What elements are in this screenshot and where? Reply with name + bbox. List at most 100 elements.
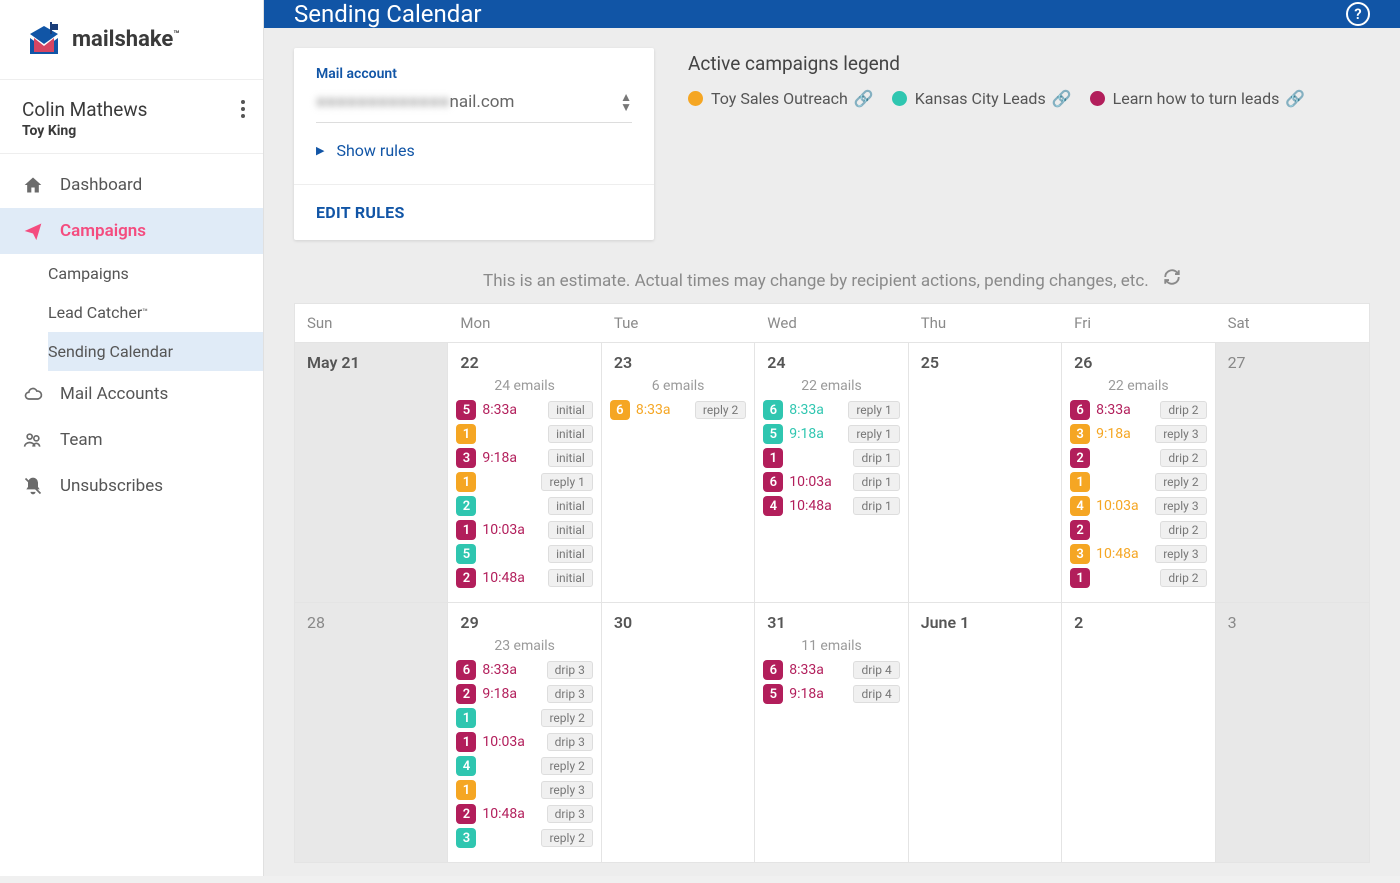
calendar-event[interactable]: 110:03adrip 3: [456, 732, 592, 752]
calendar-event[interactable]: 110:03ainitial: [456, 520, 592, 540]
calendar-event[interactable]: 2initial: [456, 496, 592, 516]
calendar-event[interactable]: 310:48areply 3: [1070, 544, 1206, 564]
event-tag: initial: [548, 425, 593, 443]
logo-icon: [24, 20, 64, 60]
event-tag: initial: [548, 569, 593, 587]
calendar-event[interactable]: 1reply 2: [1070, 472, 1206, 492]
link-icon[interactable]: 🔗: [854, 89, 874, 108]
event-tag: initial: [548, 497, 593, 515]
calendar-event[interactable]: 2drip 2: [1070, 448, 1206, 468]
triangle-right-icon: ▶: [316, 144, 324, 157]
calendar-event[interactable]: 39:18ainitial: [456, 448, 592, 468]
event-badge: 5: [763, 424, 783, 444]
calendar-event[interactable]: 59:18areply 1: [763, 424, 899, 444]
event-tag: reply 1: [541, 473, 592, 491]
event-time: 10:03a: [482, 522, 524, 538]
mail-account-card: Mail account ●●●●●●●●●●●●●nail.com ▲▼ ▶ …: [294, 48, 654, 240]
nav-sub-lead-catcher[interactable]: Lead Catcher™: [48, 293, 263, 332]
calendar-event[interactable]: 3reply 2: [456, 828, 592, 848]
event-tag: initial: [548, 545, 593, 563]
nav-mail-accounts[interactable]: Mail Accounts: [0, 371, 263, 417]
calendar-event[interactable]: 5 initial: [456, 544, 592, 564]
event-badge: 2: [1070, 520, 1090, 540]
calendar-event[interactable]: 59:18adrip 4: [763, 684, 899, 704]
event-tag: drip 4: [853, 661, 899, 679]
event-time: 10:03a: [482, 734, 524, 750]
calendar-event[interactable]: 210:48adrip 3: [456, 804, 592, 824]
user-menu-button[interactable]: [241, 100, 245, 122]
event-badge: 6: [763, 472, 783, 492]
day-cell[interactable]: 236 emails68:33areply 2: [602, 343, 755, 602]
calendar-event[interactable]: 1reply 2: [456, 708, 592, 728]
event-time: 10:48a: [1096, 546, 1138, 562]
day-cell[interactable]: 2224 emails58:33ainitial1initial39:18ain…: [448, 343, 601, 602]
nav-unsubscribes[interactable]: Unsubscribes: [0, 463, 263, 509]
help-button[interactable]: ?: [1346, 2, 1370, 26]
link-icon[interactable]: 🔗: [1052, 89, 1072, 108]
sidebar: mailshake™ Colin Mathews Toy King Dashbo…: [0, 0, 264, 876]
nav-dashboard[interactable]: Dashboard: [0, 162, 263, 208]
refresh-button[interactable]: [1163, 268, 1181, 291]
day-cell[interactable]: 2422 emails68:33areply 159:18areply 11dr…: [755, 343, 908, 602]
link-icon[interactable]: 🔗: [1285, 89, 1305, 108]
calendar-event[interactable]: 1reply 1: [456, 472, 592, 492]
day-cell[interactable]: 2923 emails68:33adrip 329:18adrip 31repl…: [448, 603, 601, 862]
calendar-event[interactable]: 58:33ainitial: [456, 400, 592, 420]
day-cell[interactable]: 25: [909, 343, 1062, 602]
day-cell[interactable]: 2: [1062, 603, 1215, 862]
event-badge: 1: [456, 708, 476, 728]
send-icon: [20, 221, 46, 241]
calendar-event[interactable]: 410:48adrip 1: [763, 496, 899, 516]
calendar-event[interactable]: 1drip 1: [763, 448, 899, 468]
day-cell[interactable]: 2622 emails68:33adrip 239:18areply 32dri…: [1062, 343, 1215, 602]
event-time: 9:18a: [482, 686, 517, 702]
mail-account-select[interactable]: ●●●●●●●●●●●●●nail.com ▲▼: [316, 92, 632, 123]
event-badge: 6: [763, 660, 783, 680]
calendar-event[interactable]: 4reply 2: [456, 756, 592, 776]
day-cell[interactable]: June 1: [909, 603, 1062, 862]
edit-rules-button[interactable]: EDIT RULES: [294, 184, 654, 240]
mail-account-label: Mail account: [316, 66, 632, 82]
nav-sub-campaigns[interactable]: Campaigns: [48, 254, 263, 293]
calendar-event[interactable]: 6 8:33a drip 4: [763, 660, 899, 680]
event-time: 9:18a: [1096, 426, 1131, 442]
event-tag: drip 1: [853, 473, 899, 491]
calendar-event[interactable]: 68:33adrip 2: [1070, 400, 1206, 420]
nav-team[interactable]: Team: [0, 417, 263, 463]
event-tag: reply 3: [1155, 425, 1206, 443]
event-tag: reply 1: [848, 425, 899, 443]
show-rules-toggle[interactable]: ▶ Show rules: [316, 123, 632, 174]
event-tag: reply 3: [1155, 497, 1206, 515]
calendar-event[interactable]: 2drip 2: [1070, 520, 1206, 540]
calendar-event[interactable]: 29:18adrip 3: [456, 684, 592, 704]
event-tag: reply 2: [541, 829, 592, 847]
event-time: 8:33a: [789, 402, 824, 418]
day-cell[interactable]: 27: [1216, 343, 1369, 602]
day-cell[interactable]: May 21: [295, 343, 448, 602]
nav-sub-sending-calendar[interactable]: Sending Calendar: [48, 332, 263, 371]
event-tag: drip 2: [1160, 449, 1206, 467]
calendar-event[interactable]: 68:33areply 2: [610, 400, 746, 420]
calendar-event[interactable]: 410:03areply 3: [1070, 496, 1206, 516]
event-time: 8:33a: [482, 402, 517, 418]
calendar-event[interactable]: 39:18areply 3: [1070, 424, 1206, 444]
page-title: Sending Calendar: [294, 0, 482, 28]
calendar-event[interactable]: 68:33areply 1: [763, 400, 899, 420]
day-cell[interactable]: 3111 emails68:33adrip 459:18adrip 4: [755, 603, 908, 862]
calendar-event[interactable]: 210:48ainitial: [456, 568, 592, 588]
calendar-event[interactable]: 1initial: [456, 424, 592, 444]
nav-campaigns[interactable]: Campaigns: [0, 208, 263, 254]
event-time: 8:33a: [1096, 402, 1131, 418]
calendar-event[interactable]: 1drip 2: [1070, 568, 1206, 588]
event-time: 8:33a: [482, 662, 517, 678]
calendar-event[interactable]: 610:03adrip 1: [763, 472, 899, 492]
day-cell[interactable]: 28: [295, 603, 448, 862]
event-time: 8:33a: [789, 662, 824, 678]
day-cell[interactable]: 3: [1216, 603, 1369, 862]
event-badge: 5: [456, 544, 476, 564]
user-team: Toy King: [22, 123, 241, 139]
event-badge: 1: [1070, 568, 1090, 588]
day-cell[interactable]: 30: [602, 603, 755, 862]
calendar-event[interactable]: 1reply 3: [456, 780, 592, 800]
calendar-event[interactable]: 68:33adrip 3: [456, 660, 592, 680]
